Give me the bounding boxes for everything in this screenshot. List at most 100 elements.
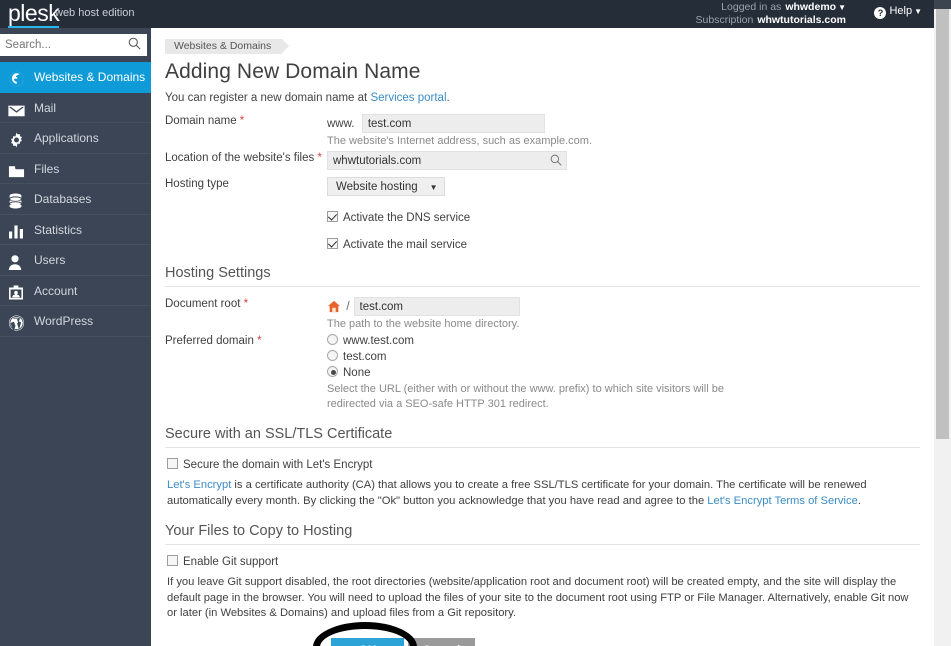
sidebar-item-users[interactable]: Users (0, 245, 151, 276)
envelope-icon (8, 99, 25, 116)
sidebar-item-applications[interactable]: Applications (0, 123, 151, 154)
plesk-logo-text: plesk (8, 0, 59, 28)
logged-in-row[interactable]: Logged in aswhwdemo▼ (696, 1, 846, 14)
plesk-window: plesk web host edition Logged in aswhwde… (0, 0, 951, 646)
sidebar-item-statistics[interactable]: Statistics (0, 215, 151, 246)
top-header-bar: plesk web host edition Logged in aswhwde… (0, 0, 934, 28)
preferred-domain-control: www.test.com test.com None Select the UR… (327, 334, 920, 412)
domain-name-row: Domain name * www. The website's Interne… (165, 114, 920, 147)
document-root-label-text: Document root (165, 298, 240, 310)
lets-encrypt-terms-link[interactable]: Let's Encrypt Terms of Service (707, 495, 858, 507)
wordpress-icon (8, 312, 25, 329)
home-icon[interactable] (327, 302, 344, 316)
checkbox-icon[interactable] (167, 555, 178, 566)
subscription-row: Subscriptionwhwtutorials.com (696, 14, 846, 27)
domain-name-label: Domain name * (165, 115, 327, 127)
mail-service-checkbox-row[interactable]: Activate the mail service (327, 238, 920, 251)
bar-chart-icon (8, 221, 25, 238)
sidebar-search (0, 34, 147, 56)
service-checkbox-group: Activate the DNS service Activate the ma… (327, 211, 920, 251)
checkbox-icon[interactable] (327, 238, 338, 249)
sidebar-item-label: Users (34, 253, 65, 267)
domain-name-control: www. The website's Internet address, suc… (327, 114, 920, 147)
www-prefix-label: www. (327, 118, 354, 130)
lets-encrypt-description-tail: . (858, 495, 861, 507)
sidebar-item-wordpress[interactable]: WordPress (0, 306, 151, 337)
git-support-checkbox-row[interactable]: Enable Git support (167, 555, 920, 568)
subscription-label: Subscription (696, 14, 754, 26)
ok-button[interactable]: OK (331, 638, 404, 646)
sidebar-item-label: WordPress (34, 314, 93, 328)
document-root-input[interactable] (354, 297, 520, 316)
sidebar-item-files[interactable]: Files (0, 154, 151, 185)
scrollbar-thumb[interactable] (936, 9, 949, 439)
user-icon (8, 251, 25, 268)
search-input[interactable] (0, 34, 147, 56)
sidebar-item-account[interactable]: Account (0, 276, 151, 307)
ssl-section-heading: Secure with an SSL/TLS Certificate (165, 426, 920, 448)
preferred-domain-option-www[interactable]: www.test.com (327, 334, 920, 347)
help-label: Help (889, 5, 912, 17)
radio-icon[interactable] (327, 334, 338, 345)
required-asterisk: * (240, 115, 244, 127)
radio-icon[interactable] (327, 366, 338, 377)
dns-service-checkbox-row[interactable]: Activate the DNS service (327, 211, 920, 224)
preferred-domain-hint-line1: Select the URL (either with or without t… (327, 383, 724, 395)
sidebar-item-mail[interactable]: Mail (0, 93, 151, 124)
radio-label: None (343, 367, 371, 379)
location-label: Location of the website's files * (165, 152, 327, 164)
radio-label: www.test.com (343, 335, 414, 347)
main-content: Websites & Domains Adding New Domain Nam… (151, 28, 934, 646)
git-section-heading: Your Files to Copy to Hosting (165, 523, 920, 545)
sidebar-item-databases[interactable]: Databases (0, 184, 151, 215)
sidebar-nav: Websites & Domains Mail Applications Fil… (0, 62, 151, 337)
preferred-domain-hint-line2: redirected via a SEO-safe HTTP 301 redir… (327, 398, 549, 410)
help-menu[interactable]: ?Help▼ (874, 5, 922, 19)
search-icon[interactable] (128, 37, 141, 53)
location-control (327, 151, 920, 170)
subscription-value: whwtutorials.com (757, 14, 846, 26)
git-support-label: Enable Git support (183, 556, 278, 568)
sidebar-item-label: Websites & Domains (34, 70, 145, 84)
document-root-control: / The path to the website home directory… (327, 297, 920, 330)
git-support-description: If you leave Git support disabled, the r… (167, 575, 920, 622)
hosting-type-control: Website hosting▼ (327, 177, 920, 196)
sidebar-item-websites-domains[interactable]: Websites & Domains (0, 62, 151, 93)
breadcrumb[interactable]: Websites & Domains (165, 39, 282, 54)
lets-encrypt-description: Let's Encrypt is a certificate authority… (167, 478, 920, 509)
scrollbar-up-arrow[interactable] (934, 0, 951, 9)
logged-in-username: whwdemo (785, 1, 836, 13)
preferred-domain-option-bare[interactable]: test.com (327, 350, 920, 363)
cancel-button[interactable]: Cancel (408, 638, 475, 646)
domain-name-hint: The website's Internet address, such as … (327, 135, 920, 147)
preferred-domain-option-none[interactable]: None (327, 366, 920, 379)
domain-name-input[interactable] (362, 114, 545, 133)
radio-icon[interactable] (327, 350, 338, 361)
sidebar-item-label: Databases (34, 192, 91, 206)
database-icon (8, 190, 25, 207)
plesk-logo[interactable]: plesk (8, 0, 59, 26)
chevron-down-icon: ▼ (838, 1, 846, 14)
intro-suffix: . (447, 92, 450, 104)
path-separator: / (346, 301, 349, 313)
chevron-down-icon: ▼ (914, 7, 922, 16)
hosting-type-selected-value: Website hosting (336, 181, 418, 193)
folder-icon (8, 160, 25, 177)
location-row: Location of the website's files * (165, 151, 920, 171)
hosting-type-label: Hosting type (165, 178, 327, 190)
lets-encrypt-link[interactable]: Let's Encrypt (167, 479, 231, 491)
form-footer: * Required fields OK Cancel (165, 638, 920, 646)
document-root-hint: The path to the website home directory. (327, 318, 920, 330)
services-portal-link[interactable]: Services portal (370, 92, 446, 104)
checkbox-icon[interactable] (167, 458, 178, 469)
checkbox-icon[interactable] (327, 211, 338, 222)
plesk-logo-subtitle: web host edition (55, 4, 135, 22)
gear-icon (8, 129, 25, 146)
lets-encrypt-checkbox-row[interactable]: Secure the domain with Let's Encrypt (167, 458, 920, 471)
hosting-type-select[interactable]: Website hosting▼ (327, 177, 445, 196)
search-icon[interactable] (550, 154, 562, 169)
page-scrollbar[interactable] (934, 0, 951, 646)
location-input[interactable] (327, 151, 567, 170)
hosting-type-row: Hosting type Website hosting▼ (165, 177, 920, 197)
globe-icon (8, 68, 25, 85)
